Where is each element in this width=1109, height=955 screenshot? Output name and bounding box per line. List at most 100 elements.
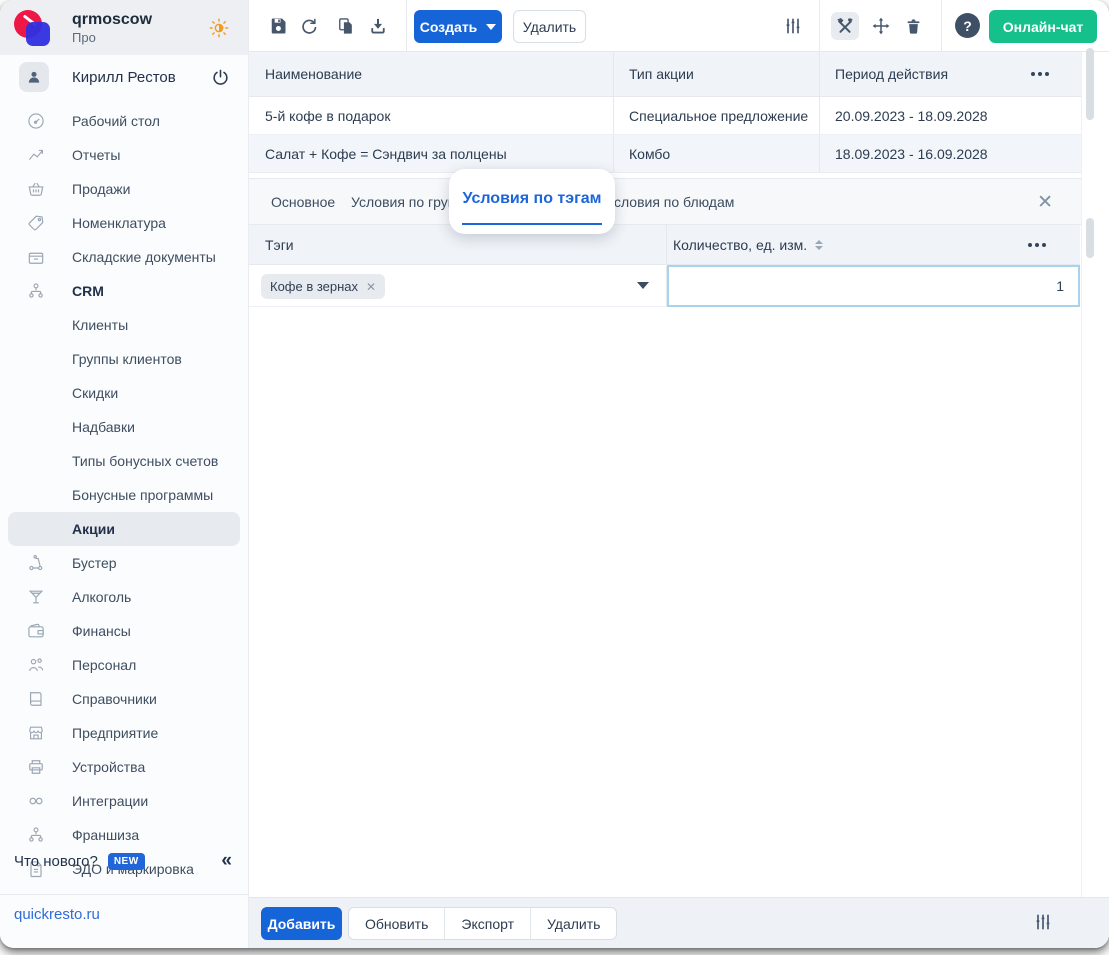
whats-new-row[interactable]: Что нового? NEW « <box>0 844 248 878</box>
column-header-period[interactable]: Период действия <box>835 52 948 96</box>
sidebar-item-bonus-account-types[interactable]: Типы бонусных счетов <box>0 444 248 478</box>
sidebar-item-nomenclature[interactable]: Номенклатура <box>0 206 248 240</box>
quantity-input[interactable] <box>667 265 1080 307</box>
sidebar-item-finance[interactable]: Финансы <box>0 614 248 648</box>
sidebar-item-warehouse-docs[interactable]: Складские документы <box>0 240 248 274</box>
create-button[interactable]: Создать <box>414 10 502 43</box>
sidebar-item-label: Рабочий стол <box>72 113 160 129</box>
sidebar-item-label: Клиенты <box>72 317 129 333</box>
column-header-quantity[interactable]: Количество, ед. изм. <box>673 225 824 264</box>
add-button[interactable]: Добавить <box>261 907 342 940</box>
cell-period: 20.09.2023 - 18.09.2028 <box>835 107 988 124</box>
app-window: qrmoscow Про Кирилл Рестов Рабочий стол … <box>0 0 1109 948</box>
more-options-icon[interactable] <box>1028 243 1046 247</box>
whats-new-label: Что нового? <box>14 852 98 870</box>
tab-main[interactable]: Основное <box>271 179 335 224</box>
chevron-down-icon <box>486 23 497 30</box>
sidebar-item-label: Персонал <box>72 657 137 673</box>
sidebar-item-client-groups[interactable]: Группы клиентов <box>0 342 248 376</box>
logo-area: qrmoscow Про <box>0 0 248 55</box>
sidebar-item-crm[interactable]: CRM <box>0 274 248 308</box>
add-button-label: Добавить <box>267 915 336 932</box>
sidebar-item-directories[interactable]: Справочники <box>0 682 248 716</box>
table-settings-icon[interactable] <box>779 12 807 40</box>
sidebar-item-label: Алкоголь <box>72 589 132 605</box>
top-toolbar: Создать Удалить ? Онлайн-чат <box>249 0 1109 52</box>
sidebar-item-reports[interactable]: Отчеты <box>0 138 248 172</box>
tags-table-row: Кофе в зернах ✕ <box>249 265 1080 307</box>
sidebar-item-bonus-programs[interactable]: Бонусные программы <box>0 478 248 512</box>
plan-label: Про <box>72 29 96 45</box>
sidebar-item-label: CRM <box>72 283 104 299</box>
logout-power-icon[interactable] <box>211 68 230 87</box>
online-chat-label: Онлайн-чат <box>1002 18 1084 35</box>
user-name: Кирилл Рестов <box>72 68 176 86</box>
site-link-row: quickresto.ru <box>0 894 248 934</box>
more-options-icon[interactable] <box>1031 72 1049 76</box>
online-chat-button[interactable]: Онлайн-чат <box>989 10 1097 43</box>
sidebar-item-label: Группы клиентов <box>72 351 182 367</box>
sidebar-item-label: Складские документы <box>72 249 216 265</box>
sidebar-item-label: Франшиза <box>72 827 140 843</box>
bottom-toolbar: Добавить Обновить Экспорт Удалить <box>249 897 1109 948</box>
column-header-type[interactable]: Тип акции <box>629 52 694 96</box>
site-link[interactable]: quickresto.ru <box>14 906 100 923</box>
sidebar-item-clients[interactable]: Клиенты <box>0 308 248 342</box>
column-header-tags[interactable]: Тэги <box>265 225 294 264</box>
download-icon[interactable] <box>364 12 392 40</box>
close-panel-icon[interactable]: ✕ <box>1037 191 1053 214</box>
remove-tag-icon[interactable]: ✕ <box>366 280 376 294</box>
sort-icon[interactable] <box>815 239 824 250</box>
footer-settings-icon[interactable] <box>1029 908 1057 936</box>
user-row[interactable]: Кирилл Рестов <box>0 55 248 99</box>
sidebar-item-enterprise[interactable]: Предприятие <box>0 716 248 750</box>
delete-rows-button[interactable]: Удалить <box>530 908 616 939</box>
sidebar-item-staff[interactable]: Персонал <box>0 648 248 682</box>
sidebar-item-label: Скидки <box>72 385 119 401</box>
delete-button-label: Удалить <box>522 18 577 35</box>
sidebar-item-label: Надбавки <box>72 419 135 435</box>
export-button[interactable]: Экспорт <box>444 908 530 939</box>
refresh-button[interactable]: Обновить <box>349 908 444 939</box>
scrollbar-thumb[interactable] <box>1086 48 1094 120</box>
tag-chip[interactable]: Кофе в зернах ✕ <box>261 274 386 299</box>
help-button-label: ? <box>963 17 972 34</box>
trash-icon[interactable] <box>899 12 927 40</box>
theme-sun-icon[interactable] <box>208 17 230 39</box>
sidebar-item-devices[interactable]: Устройства <box>0 750 248 784</box>
sidebar-item-label: Продажи <box>72 181 131 197</box>
refresh-icon[interactable] <box>295 12 323 40</box>
tools-icon[interactable] <box>831 12 859 40</box>
cell-name: Салат + Кофе = Сэндвич за полцены <box>265 145 507 162</box>
collapse-sidebar-icon[interactable]: « <box>221 850 232 872</box>
cell-name: 5-й кофе в подарок <box>265 107 391 124</box>
sidebar-item-promotions[interactable]: Акции <box>8 512 240 546</box>
move-icon[interactable] <box>867 12 895 40</box>
column-header-name[interactable]: Наименование <box>265 52 362 96</box>
table-row[interactable]: 5-й кофе в подарок Специальное предложен… <box>249 97 1081 135</box>
detail-tabbar: Основное Условия по группам Условия по б… <box>249 169 1081 234</box>
sidebar-item-sales[interactable]: Продажи <box>0 172 248 206</box>
help-button[interactable]: ? <box>955 13 980 38</box>
sidebar-item-surcharges[interactable]: Надбавки <box>0 410 248 444</box>
sidebar-nav: Рабочий стол Отчеты Продажи Номенклатура… <box>0 104 248 886</box>
delete-button[interactable]: Удалить <box>513 10 586 43</box>
sidebar-item-label: Отчеты <box>72 147 121 163</box>
sidebar-item-label: Номенклатура <box>72 215 166 231</box>
new-badge: NEW <box>107 852 145 870</box>
sidebar-item-booster[interactable]: Бустер <box>0 546 248 580</box>
tab-dish-conditions[interactable]: Условия по блюдам <box>606 179 734 224</box>
table-row[interactable]: Салат + Кофе = Сэндвич за полцены Комбо … <box>249 135 1081 173</box>
tab-tags-conditions-popover[interactable]: Условия по тэгам <box>449 169 615 234</box>
save-icon[interactable] <box>264 12 292 40</box>
sidebar-item-label: Устройства <box>72 759 146 775</box>
sidebar-item-integrations[interactable]: Интеграции <box>0 784 248 818</box>
sidebar-item-discounts[interactable]: Скидки <box>0 376 248 410</box>
sidebar-item-dashboard[interactable]: Рабочий стол <box>0 104 248 138</box>
main-area: Создать Удалить ? Онлайн-чат Наименовани… <box>248 0 1109 948</box>
sidebar-item-alcohol[interactable]: Алкоголь <box>0 580 248 614</box>
copy-icon[interactable] <box>332 12 360 40</box>
scrollbar-thumb[interactable] <box>1086 218 1094 258</box>
sidebar-item-label: Бустер <box>72 555 117 571</box>
tag-dropdown-caret-icon[interactable] <box>637 282 649 289</box>
